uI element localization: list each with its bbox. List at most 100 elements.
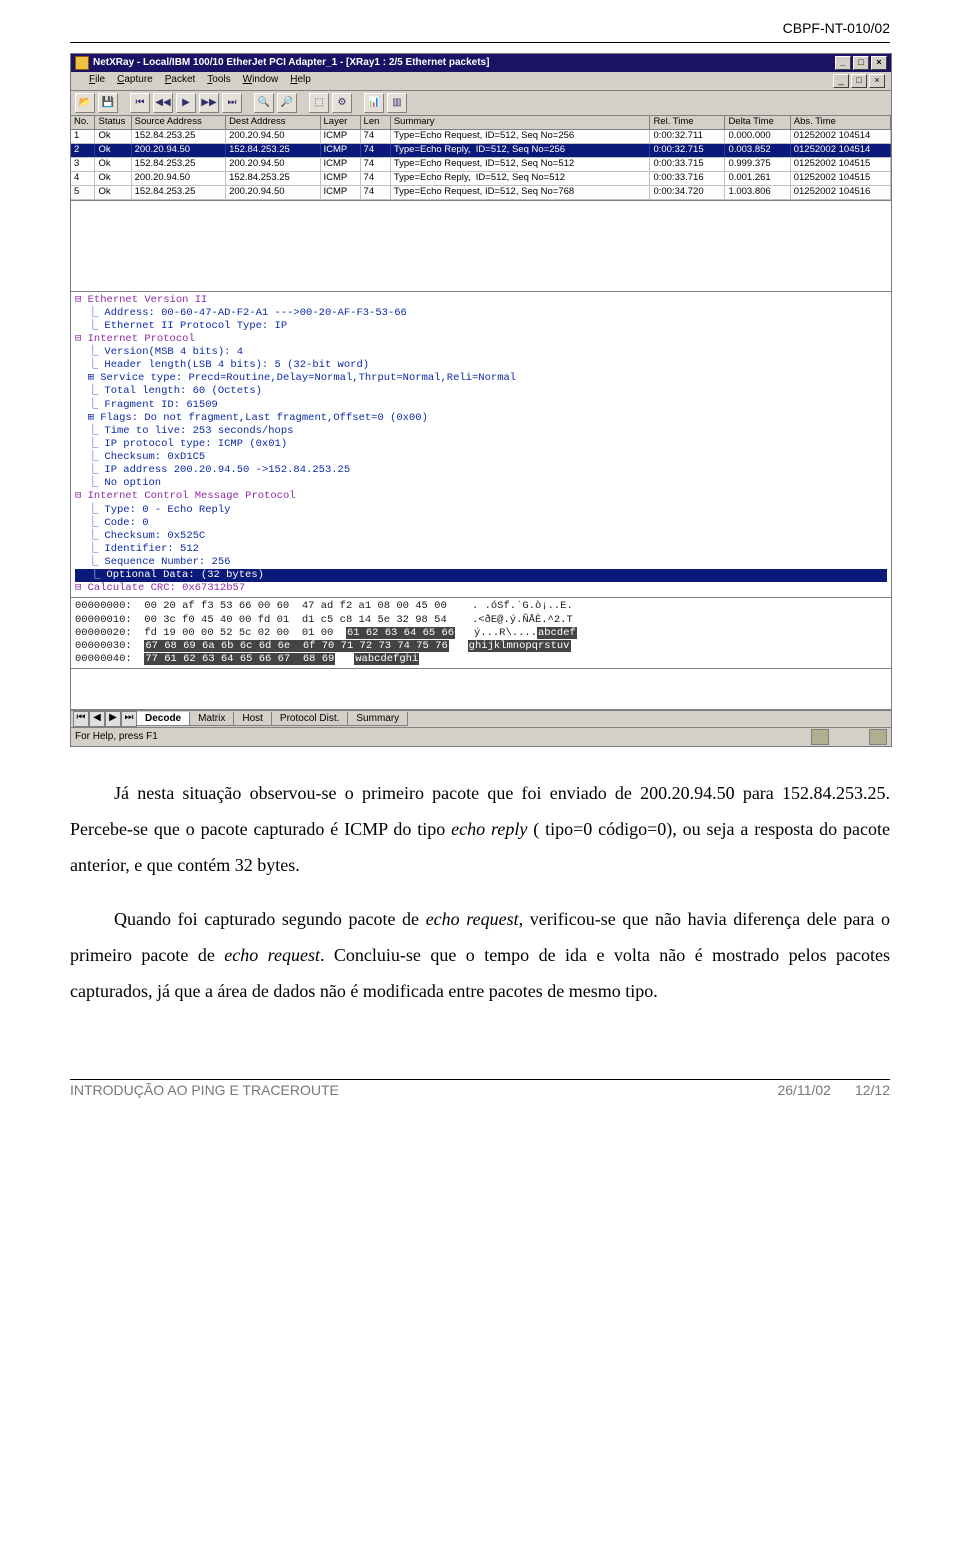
cell: 5 <box>71 186 95 199</box>
table-row[interactable]: 5Ok152.84.253.25200.20.94.50ICMP74Type=E… <box>71 186 891 200</box>
hex-row: 00000020: fd 19 00 00 52 5c 02 00 01 00 … <box>75 627 887 640</box>
tree-node[interactable]: ⊟ Ethernet Version II <box>75 294 887 307</box>
col-summary[interactable]: Summary <box>391 116 651 129</box>
titlebar[interactable]: NetXRay - Local/IBM 100/10 EtherJet PCI … <box>71 54 891 72</box>
tree-node[interactable]: ⎿ Address: 00-60-47-AD-F2-A1 --->00-20-A… <box>75 307 887 320</box>
tree-node[interactable]: ⎿ Ethernet II Protocol Type: IP <box>75 320 887 333</box>
tab-scroll-last-icon[interactable]: ⏭ <box>121 711 137 727</box>
tree-node[interactable]: ⎿ Identifier: 512 <box>75 543 887 556</box>
cell: Ok <box>95 186 131 199</box>
minimize-button[interactable]: _ <box>835 56 851 70</box>
table-row[interactable]: 4Ok200.20.94.50152.84.253.25ICMP74Type=E… <box>71 172 891 186</box>
tab-decode[interactable]: Decode <box>136 712 190 727</box>
zoom-icon[interactable]: 🔎 <box>277 93 297 113</box>
prev-icon[interactable]: ◀◀ <box>153 93 173 113</box>
first-icon[interactable]: ⏮ <box>130 93 150 113</box>
footer-page: 12/12 <box>855 1082 890 1098</box>
menu-file[interactable]: File <box>89 74 105 88</box>
tab-protocol-dist[interactable]: Protocol Dist. <box>271 712 348 727</box>
hex-row: 00000010: 00 3c f0 45 40 00 fd 01 d1 c5 … <box>75 614 887 627</box>
save-icon[interactable]: 💾 <box>98 93 118 113</box>
cell: 200.20.94.50 <box>132 172 226 185</box>
cell: 0.001.261 <box>725 172 790 185</box>
cell: 74 <box>361 172 391 185</box>
table-row[interactable]: 1Ok152.84.253.25200.20.94.50ICMP74Type=E… <box>71 130 891 144</box>
mdi-close-button[interactable]: × <box>869 74 885 88</box>
cell: Type=Echo Reply, ID=512, Seq No=512 <box>391 172 651 185</box>
col-status[interactable]: Status <box>95 116 131 129</box>
tree-node[interactable]: ⎿ Fragment ID: 61509 <box>75 399 887 412</box>
options-icon[interactable]: ⚙ <box>332 93 352 113</box>
chart-icon[interactable]: 📊 <box>364 93 384 113</box>
col-deltatime[interactable]: Delta Time <box>725 116 790 129</box>
tab-summary[interactable]: Summary <box>347 712 408 727</box>
cell: Ok <box>95 172 131 185</box>
statusbar-text: For Help, press F1 <box>75 731 158 743</box>
tree-node[interactable]: ⎿ Total length: 60 (Octets) <box>75 385 887 398</box>
mdi-maximize-button[interactable]: □ <box>851 74 867 88</box>
cell: Ok <box>95 158 131 171</box>
play-icon[interactable]: ▶ <box>176 93 196 113</box>
cell: 01252002 104515 <box>791 172 891 185</box>
cell: 0:00:32.715 <box>650 144 725 157</box>
raw-icon[interactable]: ⬚ <box>309 93 329 113</box>
next-icon[interactable]: ▶▶ <box>199 93 219 113</box>
cell: 0.999.375 <box>725 158 790 171</box>
hex-pane[interactable]: 00000000: 00 20 af f3 53 66 00 60 47 ad … <box>71 598 891 668</box>
tree-node[interactable]: ⊟ Internet Protocol <box>75 333 887 346</box>
cell: 0:00:32.711 <box>650 130 725 143</box>
tree-node[interactable]: ⎿ Checksum: 0x525C <box>75 530 887 543</box>
table-row[interactable]: 3Ok152.84.253.25200.20.94.50ICMP74Type=E… <box>71 158 891 172</box>
tree-node[interactable]: ⊟ Calculate CRC: 0x67312b57 <box>75 582 887 595</box>
menu-help[interactable]: Help <box>290 74 311 88</box>
window-buttons: _ □ × <box>835 56 887 70</box>
menu-window[interactable]: Window <box>243 74 279 88</box>
sheet-tabs: ⏮ ◀ ▶ ⏭ Decode Matrix Host Protocol Dist… <box>71 710 891 727</box>
col-reltime[interactable]: Rel. Time <box>650 116 725 129</box>
tree-node[interactable]: ⎿ Sequence Number: 256 <box>75 556 887 569</box>
tree-node[interactable]: ⊞ Flags: Do not fragment,Last fragment,O… <box>75 412 887 425</box>
tree-node[interactable]: ⎿ Code: 0 <box>75 517 887 530</box>
tab-scroll-prev-icon[interactable]: ◀ <box>89 711 105 727</box>
cell: 0.000.000 <box>725 130 790 143</box>
cell: 01252002 104515 <box>791 158 891 171</box>
filter-icon[interactable]: ▥ <box>387 93 407 113</box>
last-icon[interactable]: ⏭ <box>222 93 242 113</box>
tab-matrix[interactable]: Matrix <box>189 712 234 727</box>
footer-date: 26/11/02 <box>777 1082 830 1098</box>
tab-scroll-first-icon[interactable]: ⏮ <box>73 711 89 727</box>
col-len[interactable]: Len <box>361 116 391 129</box>
col-src[interactable]: Source Address <box>132 116 226 129</box>
menu-packet[interactable]: Packet <box>165 74 196 88</box>
open-icon[interactable]: 📂 <box>75 93 95 113</box>
tree-node[interactable]: ⎿ Time to live: 253 seconds/hops <box>75 425 887 438</box>
tree-node[interactable]: ⎿ Type: 0 - Echo Reply <box>75 504 887 517</box>
tree-node[interactable]: ⊞ Service type: Precd=Routine,Delay=Norm… <box>75 372 887 385</box>
col-dst[interactable]: Dest Address <box>226 116 320 129</box>
col-layer[interactable]: Layer <box>321 116 361 129</box>
cell: 152.84.253.25 <box>226 172 320 185</box>
tree-node[interactable]: ⎿ Optional Data: (32 bytes) <box>75 569 887 582</box>
menu-capture[interactable]: Capture <box>117 74 153 88</box>
decode-tree[interactable]: ⊟ Ethernet Version II ⎿ Address: 00-60-4… <box>71 292 891 599</box>
col-no[interactable]: No. <box>71 116 95 129</box>
cell: 01252002 104514 <box>791 144 891 157</box>
find-icon[interactable]: 🔍 <box>254 93 274 113</box>
maximize-button[interactable]: □ <box>853 56 869 70</box>
col-abstime[interactable]: Abs. Time <box>791 116 891 129</box>
tree-node[interactable]: ⎿ Header length(LSB 4 bits): 5 (32-bit w… <box>75 359 887 372</box>
tree-node[interactable]: ⎿ No option <box>75 477 887 490</box>
tree-node[interactable]: ⎿ IP address 200.20.94.50 ->152.84.253.2… <box>75 464 887 477</box>
table-row[interactable]: 2Ok200.20.94.50152.84.253.25ICMP74Type=E… <box>71 144 891 158</box>
close-button[interactable]: × <box>871 56 887 70</box>
mdi-minimize-button[interactable]: _ <box>833 74 849 88</box>
tree-node[interactable]: ⎿ Checksum: 0xD1C5 <box>75 451 887 464</box>
tree-node[interactable]: ⎿ IP protocol type: ICMP (0x01) <box>75 438 887 451</box>
tree-node[interactable]: ⊟ Internet Control Message Protocol <box>75 490 887 503</box>
footer-title: INTRODUÇÃO AO PING E TRACEROUTE <box>70 1082 339 1098</box>
tab-host[interactable]: Host <box>233 712 272 727</box>
menu-tools[interactable]: Tools <box>207 74 230 88</box>
cell: ICMP <box>321 130 361 143</box>
tab-scroll-next-icon[interactable]: ▶ <box>105 711 121 727</box>
tree-node[interactable]: ⎿ Version(MSB 4 bits): 4 <box>75 346 887 359</box>
